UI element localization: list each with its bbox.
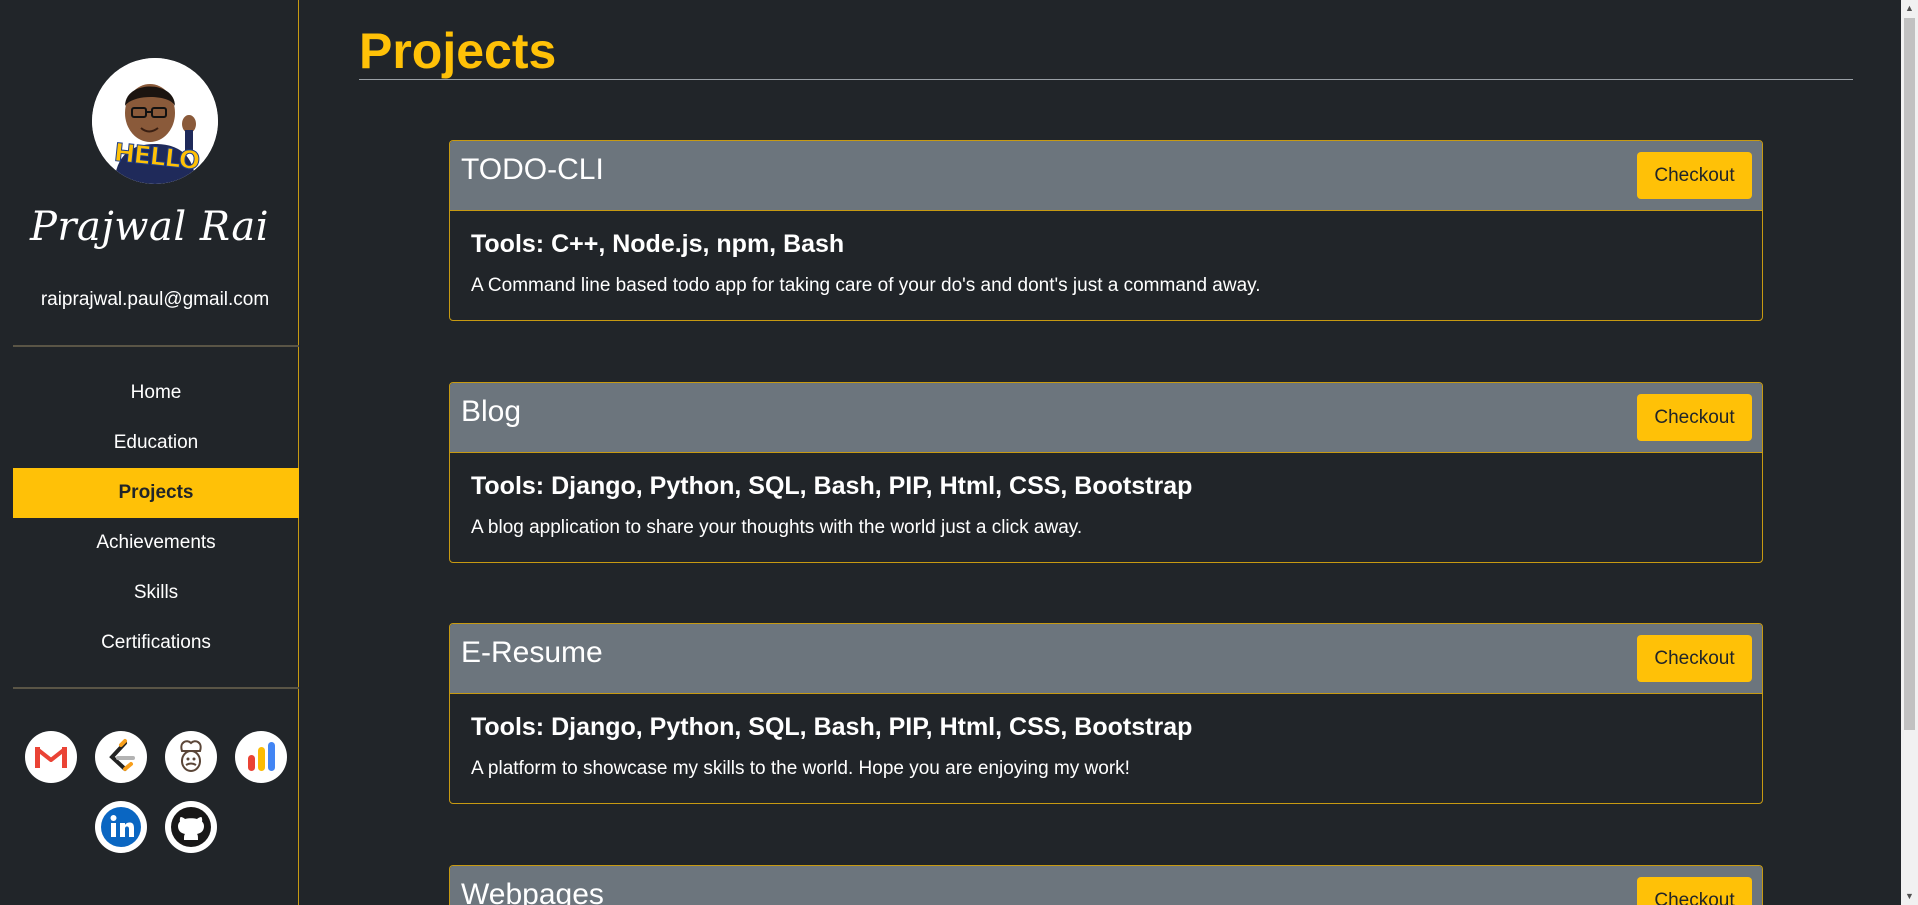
project-card: Blog Checkout Tools: Django, Python, SQL… bbox=[449, 382, 1763, 563]
project-card: TODO-CLI Checkout Tools: C++, Node.js, n… bbox=[449, 140, 1763, 321]
scroll-up-arrow-icon[interactable]: ▲ bbox=[1901, 0, 1918, 17]
nav-skills[interactable]: Skills bbox=[13, 568, 299, 618]
project-title: Webpages bbox=[461, 878, 604, 905]
signature-name: Prajwal Rai bbox=[29, 204, 270, 250]
project-title: E-Resume bbox=[461, 636, 603, 669]
checkout-button[interactable]: Checkout bbox=[1637, 635, 1752, 682]
page-scrollbar[interactable]: ▲ ▼ bbox=[1901, 0, 1918, 905]
nav-achievements[interactable]: Achievements bbox=[13, 518, 299, 568]
email-address[interactable]: raiprajwal.paul@gmail.com bbox=[0, 289, 310, 311]
sidebar-divider bbox=[13, 345, 299, 347]
checkout-button[interactable]: Checkout bbox=[1637, 152, 1752, 199]
leetcode-icon[interactable] bbox=[95, 731, 147, 783]
project-title: TODO-CLI bbox=[461, 153, 604, 186]
scroll-thumb[interactable] bbox=[1904, 18, 1915, 730]
page-title: Projects bbox=[359, 23, 557, 79]
title-divider bbox=[359, 79, 1853, 80]
sidebar-nav: Home Education Projects Achievements Ski… bbox=[13, 368, 299, 668]
sidebar: HELLO Prajwal Rai raiprajwal.paul@gmail.… bbox=[0, 0, 299, 905]
nav-projects[interactable]: Projects bbox=[13, 468, 299, 518]
card-header: TODO-CLI Checkout bbox=[450, 141, 1762, 211]
checkout-button[interactable]: Checkout bbox=[1637, 394, 1752, 441]
card-header: Webpages Checkout bbox=[450, 866, 1762, 905]
project-description: A blog application to share your thought… bbox=[471, 517, 1083, 538]
sidebar-divider bbox=[13, 687, 299, 689]
nav-home[interactable]: Home bbox=[13, 368, 299, 418]
project-tools: Tools: Django, Python, SQL, Bash, PIP, H… bbox=[471, 472, 1193, 500]
github-icon[interactable] bbox=[165, 801, 217, 853]
google-analytics-icon[interactable] bbox=[235, 731, 287, 783]
avatar: HELLO bbox=[92, 58, 218, 184]
codechef-icon[interactable] bbox=[165, 731, 217, 783]
project-title: Blog bbox=[461, 395, 522, 428]
project-card: Webpages Checkout bbox=[449, 865, 1763, 905]
card-header: E-Resume Checkout bbox=[450, 624, 1762, 694]
scroll-down-arrow-icon[interactable]: ▼ bbox=[1901, 888, 1918, 905]
project-tools: Tools: C++, Node.js, npm, Bash bbox=[471, 230, 845, 258]
nav-certifications[interactable]: Certifications bbox=[13, 618, 299, 668]
project-tools: Tools: Django, Python, SQL, Bash, PIP, H… bbox=[471, 713, 1193, 741]
linkedin-icon[interactable] bbox=[95, 801, 147, 853]
nav-education[interactable]: Education bbox=[13, 418, 299, 468]
project-description: A Command line based todo app for taking… bbox=[471, 275, 1261, 296]
gmail-icon[interactable] bbox=[25, 731, 77, 783]
project-card: E-Resume Checkout Tools: Django, Python,… bbox=[449, 623, 1763, 804]
card-header: Blog Checkout bbox=[450, 383, 1762, 453]
project-description: A platform to showcase my skills to the … bbox=[471, 758, 1130, 779]
checkout-button[interactable]: Checkout bbox=[1637, 877, 1752, 905]
